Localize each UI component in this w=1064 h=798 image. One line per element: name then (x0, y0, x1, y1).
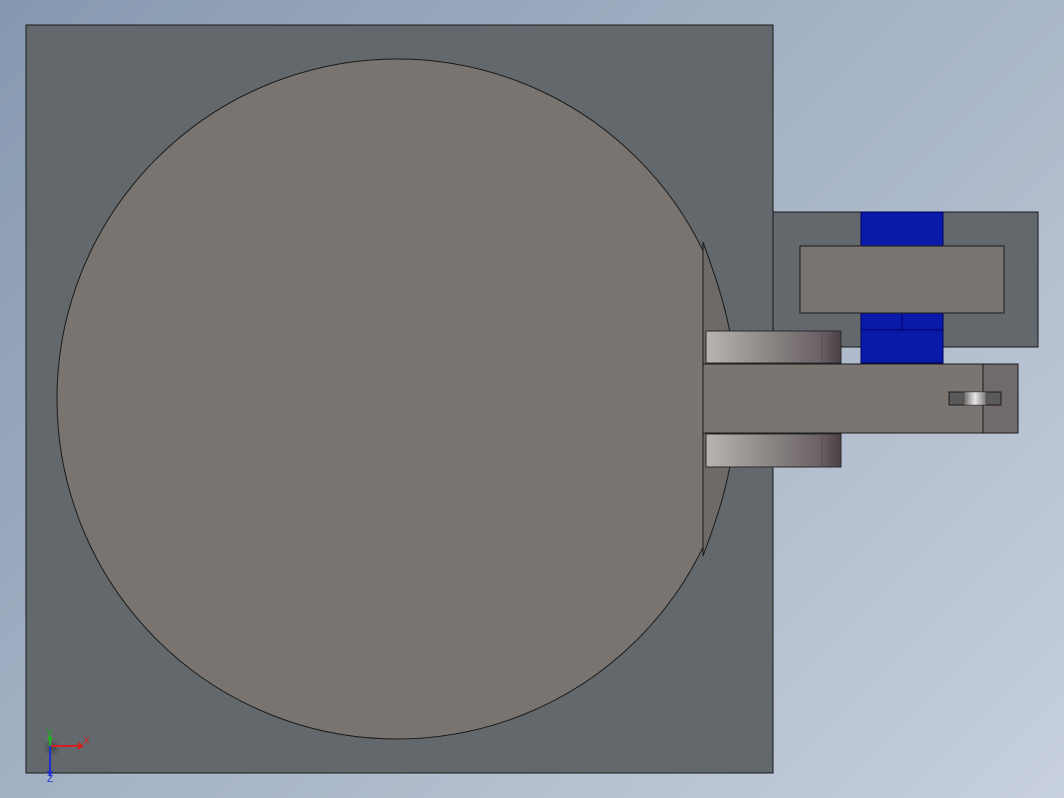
triad-z-label: Z (47, 774, 53, 785)
slider-block[interactable] (799, 245, 1005, 314)
clevis-pin[interactable] (963, 391, 987, 406)
lever-arm[interactable] (702, 363, 984, 434)
blue-block-top[interactable] (860, 211, 944, 247)
triad-y-label: Y (46, 728, 53, 739)
model-canvas[interactable]: X Y Z (0, 0, 1064, 798)
cylinder-lower[interactable] (705, 433, 842, 468)
round-disc[interactable] (56, 58, 737, 740)
cylinder-upper[interactable] (705, 330, 842, 364)
graphics-viewport[interactable]: X Y Z (0, 0, 1064, 798)
triad-x-label: X (83, 736, 90, 747)
